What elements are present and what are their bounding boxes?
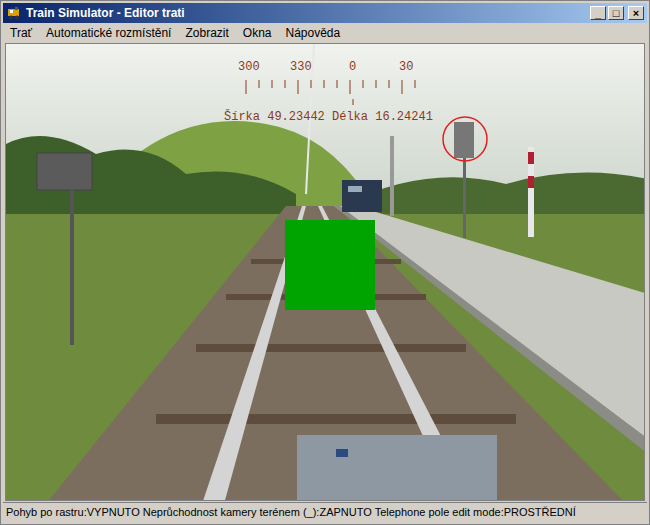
train-icon bbox=[6, 5, 22, 21]
window-title: Train Simulator - Editor trati bbox=[26, 4, 586, 22]
menu-item[interactable]: Nápověda bbox=[280, 24, 347, 42]
viewport-3d[interactable]: 300 330 0 30 Šírka 49.23442 Délka 16.24241 bbox=[5, 43, 645, 501]
compass-label: 300 bbox=[238, 58, 260, 76]
compass-label: 0 bbox=[349, 58, 356, 76]
close-button[interactable]: × bbox=[628, 6, 644, 20]
minimize-button[interactable]: _ bbox=[590, 6, 606, 20]
compass-label: 30 bbox=[399, 58, 413, 76]
title-bar: Train Simulator - Editor trati _□ × bbox=[3, 3, 647, 23]
window-controls: _□ × bbox=[590, 6, 644, 20]
menu-item[interactable]: Automatické rozmístění bbox=[40, 24, 177, 42]
menu-item[interactable]: Trať bbox=[4, 24, 38, 42]
status-text: Pohyb po rastru:VYPNUTO Neprůchodnost ka… bbox=[6, 504, 576, 521]
compass-label: 330 bbox=[290, 58, 312, 76]
status-bar: Pohyb po rastru:VYPNUTO Neprůchodnost ka… bbox=[3, 502, 647, 522]
coordinates-readout: Šírka 49.23442 Délka 16.24241 bbox=[224, 108, 433, 126]
maximize-button[interactable]: □ bbox=[608, 6, 624, 20]
menu-item[interactable]: Zobrazit bbox=[179, 24, 234, 42]
menu-item[interactable]: Okna bbox=[237, 24, 278, 42]
menu-bar: TraťAutomatické rozmístěníZobrazitOknaNá… bbox=[3, 23, 647, 43]
